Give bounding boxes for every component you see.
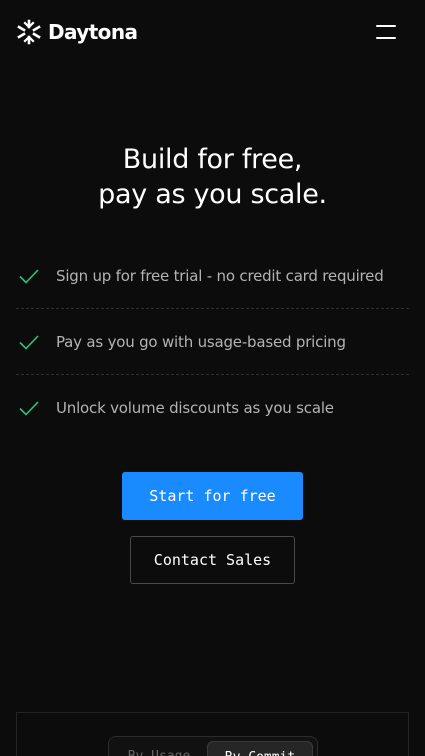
pricing-page: Daytona Build for free, pay as you scale… [0,0,425,756]
menu-button[interactable] [372,20,400,44]
toggle-option-commit[interactable]: By Commit [207,741,313,756]
start-for-free-button[interactable]: Start for free [122,472,303,520]
pricing-panel: By Usage By Commit [16,712,409,756]
feature-item: Unlock volume discounts as you scale [16,375,409,441]
hamburger-menu-icon-bottom [376,37,396,39]
daytona-star-logo-icon [17,19,41,45]
pricing-mode-toggle[interactable]: By Usage By Commit [108,736,318,756]
checkmark-icon [19,401,39,416]
hero-title-line-2: pay as you scale. [98,179,327,210]
hero-title-line-1: Build for free, [122,144,303,175]
feature-text: Sign up for free trial - no credit card … [56,266,384,285]
contact-sales-button[interactable]: Contact Sales [130,536,295,584]
feature-text: Unlock volume discounts as you scale [56,399,334,417]
feature-list: Sign up for free trial - no credit card … [16,243,409,441]
feature-item: Sign up for free trial - no credit card … [16,243,409,309]
toggle-option-usage[interactable]: By Usage [115,741,203,756]
site-header: Daytona [0,0,425,64]
checkmark-icon [19,268,39,284]
hamburger-menu-icon-top [376,25,396,27]
feature-item: Pay as you go with usage-based pricing [16,309,409,375]
checkmark-icon [19,334,39,350]
brand-logo[interactable]: Daytona [16,18,138,46]
feature-text: Pay as you go with usage-based pricing [56,332,346,351]
brand-name: Daytona [48,20,138,44]
hero-title: Build for free, pay as you scale. [0,142,425,212]
